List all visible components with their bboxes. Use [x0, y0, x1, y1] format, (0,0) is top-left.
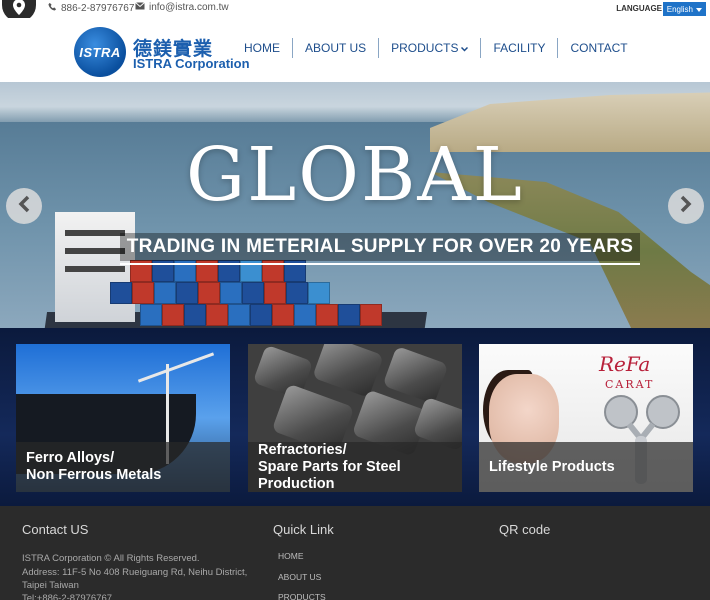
ship-bridge: [55, 212, 135, 322]
hero-title: GLOBAL: [186, 132, 524, 218]
phone-number: 886-2-87976767: [61, 2, 135, 14]
footer-address-line1: Address: 11F-5 No 408 Rueiguang Rd, Neih…: [22, 567, 248, 578]
nav-about-us[interactable]: ABOUT US: [292, 38, 378, 58]
product-card-subtitle: Spare Parts for Steel Production: [258, 458, 401, 492]
slider-next-button[interactable]: [668, 188, 704, 224]
top-bar: 886-2-87976767 info@istra.com.tw LANGUAG…: [0, 0, 710, 22]
refa-brand-text: ReFa: [599, 352, 651, 376]
chevron-left-icon: [17, 193, 31, 219]
product-card-label: Ferro Alloys/ Non Ferrous Metals: [16, 442, 230, 492]
footer-address-line2: Taipei Taiwan: [22, 580, 79, 591]
caret-down-icon: [696, 5, 702, 14]
container-stack: [110, 282, 330, 304]
container-stack: [140, 304, 382, 326]
phone-contact[interactable]: 886-2-87976767: [48, 2, 134, 14]
hero-subtitle: TRADING IN METERIAL SUPPLY FOR OVER 20 Y…: [126, 236, 634, 257]
footer-contact-heading: Contact US: [22, 522, 89, 537]
product-categories: Ferro Alloys/ Non Ferrous Metals Refract…: [0, 328, 710, 506]
logo-badge[interactable]: ISTRA: [74, 27, 126, 77]
email-contact[interactable]: info@istra.com.tw: [135, 2, 229, 13]
product-card-refractories[interactable]: Refractories/ Spare Parts for Steel Prod…: [248, 344, 462, 492]
chevron-down-icon: [461, 41, 469, 55]
nav-home-label: HOME: [244, 41, 280, 55]
language-select[interactable]: English: [662, 2, 706, 16]
product-card-title: Refractories/: [258, 441, 347, 458]
chevron-right-icon: [679, 193, 693, 219]
footer-quicklink-heading: Quick Link: [273, 522, 334, 537]
site-footer: Contact US ISTRA Corporation © All Right…: [0, 506, 710, 600]
language-label: LANGUAGE: [616, 4, 662, 13]
site-header: ISTRA 德鎂實業 ISTRA Corporation HOME ABOUT …: [0, 18, 710, 82]
hero-underline: [120, 263, 640, 265]
nav-contact-label: CONTACT: [570, 41, 628, 55]
nav-home[interactable]: HOME: [232, 38, 292, 58]
language-value: English: [666, 4, 693, 14]
nav-products[interactable]: PRODUCTS: [378, 38, 480, 58]
product-card-title: Lifestyle Products: [489, 458, 615, 475]
refa-carat-text: CARAT: [605, 378, 655, 391]
footer-tel: Tel:+886-2-87976767: [22, 593, 113, 600]
product-card-label: Lifestyle Products: [479, 442, 693, 492]
product-card-ferro-alloys[interactable]: Ferro Alloys/ Non Ferrous Metals: [16, 344, 230, 492]
phone-icon: [48, 2, 57, 14]
logo-badge-text: ISTRA: [79, 44, 121, 60]
footer-link-products[interactable]: PRODUCTS: [278, 592, 326, 600]
product-card-lifestyle[interactable]: ReFa CARAT Lifestyle Products: [479, 344, 693, 492]
main-nav: HOME ABOUT US PRODUCTS FACILITY CONTACT: [232, 36, 640, 60]
footer-copyright: ISTRA Corporation © All Rights Reserved.: [22, 553, 200, 564]
nav-contact[interactable]: CONTACT: [557, 38, 639, 58]
email-address: info@istra.com.tw: [149, 2, 229, 13]
nav-products-label: PRODUCTS: [391, 41, 459, 55]
product-card-subtitle: Non Ferrous Metals: [26, 467, 162, 483]
product-card-title: Ferro Alloys/: [26, 450, 115, 466]
nav-facility-label: FACILITY: [493, 41, 546, 55]
hero-subtitle-band: TRADING IN METERIAL SUPPLY FOR OVER 20 Y…: [120, 233, 640, 261]
footer-link-about-us[interactable]: ABOUT US: [278, 572, 321, 582]
product-card-label: Refractories/ Spare Parts for Steel Prod…: [248, 442, 462, 492]
envelope-icon: [135, 2, 145, 13]
footer-link-home[interactable]: HOME: [278, 551, 304, 561]
nav-about-us-label: ABOUT US: [305, 41, 367, 55]
footer-qr-heading: QR code: [499, 522, 551, 537]
hero-slider: GLOBAL TRADING IN METERIAL SUPPLY FOR OV…: [0, 82, 710, 328]
nav-facility[interactable]: FACILITY: [480, 38, 557, 58]
slider-prev-button[interactable]: [6, 188, 42, 224]
